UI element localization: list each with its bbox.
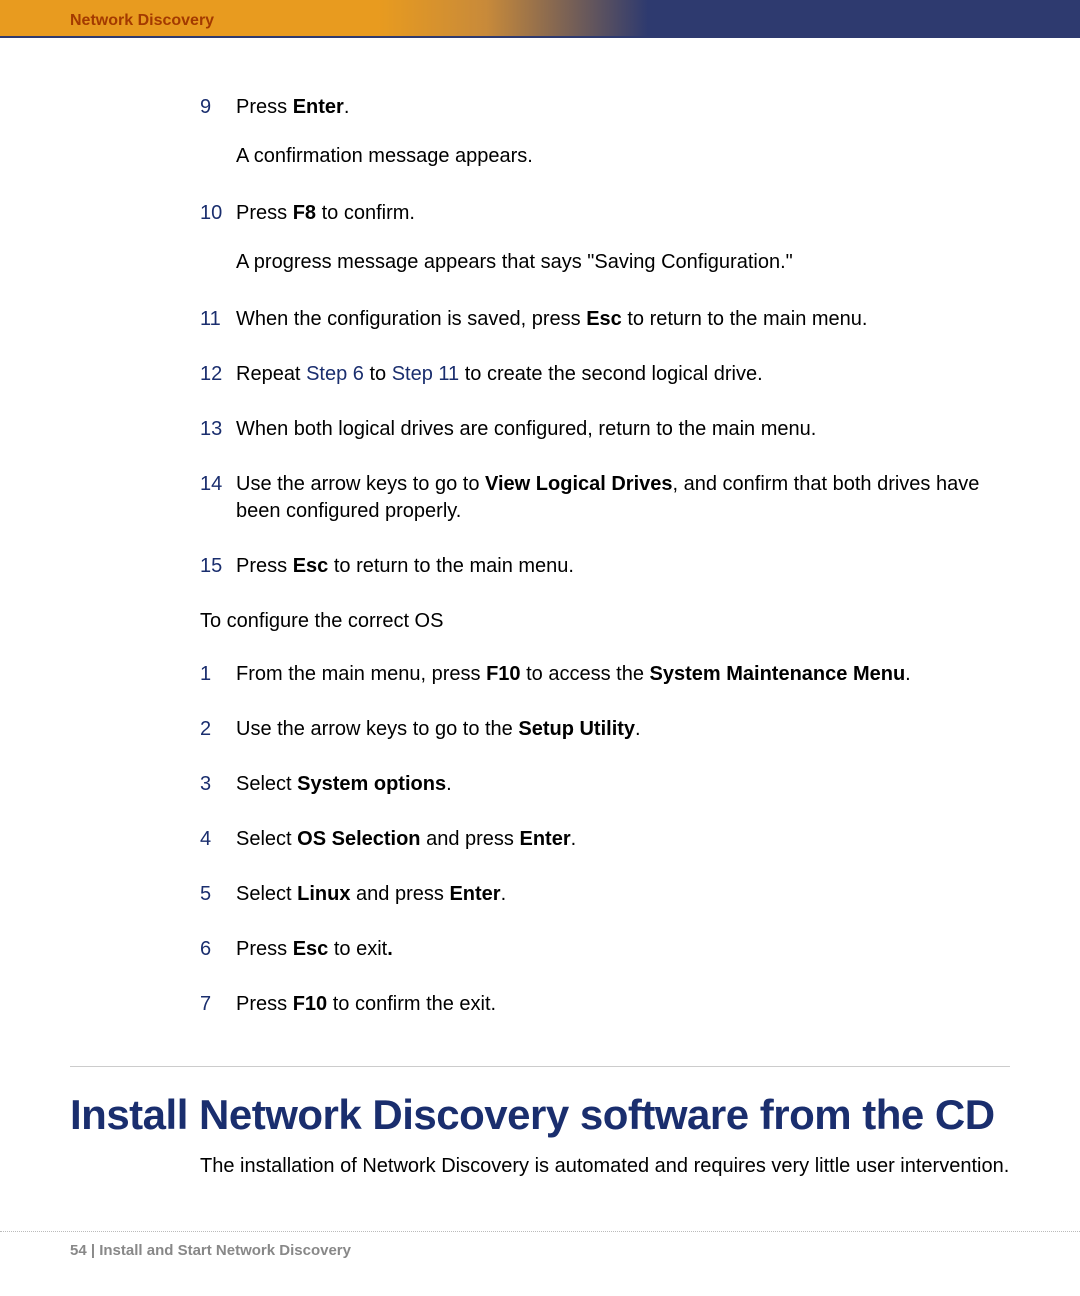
step-body: Use the arrow keys to go to View Logical… (236, 471, 1010, 525)
step-number: 15 (200, 553, 236, 580)
step-body: When the configuration is saved, press E… (236, 306, 1010, 333)
section-body: The installation of Network Discovery is… (200, 1153, 1010, 1180)
step-number: 1 (200, 661, 236, 688)
header-bar: Network Discovery (0, 0, 1080, 38)
step: 6Press Esc to exit. (200, 936, 1010, 963)
page-footer: 54 | Install and Start Network Discovery (0, 1231, 1080, 1296)
step-number: 11 (200, 306, 236, 333)
step-body: Press Enter.A confirmation message appea… (236, 94, 1010, 170)
step-body: Press F8 to confirm.A progress message a… (236, 200, 1010, 276)
step-subtext: A progress message appears that says "Sa… (236, 249, 1010, 276)
subheading: To configure the correct OS (200, 608, 1010, 635)
step-subtext: A confirmation message appears. (236, 143, 1010, 170)
step-number: 7 (200, 991, 236, 1018)
step: 1From the main menu, press F10 to access… (200, 661, 1010, 688)
main-content: 9Press Enter.A confirmation message appe… (0, 38, 1080, 1018)
step: 3Select System options. (200, 771, 1010, 798)
step: 2Use the arrow keys to go to the Setup U… (200, 716, 1010, 743)
step-number: 3 (200, 771, 236, 798)
step-body: Select Linux and press Enter. (236, 881, 1010, 908)
step: 12Repeat Step 6 to Step 11 to create the… (200, 361, 1010, 388)
step: 10Press F8 to confirm.A progress message… (200, 200, 1010, 276)
step: 11When the configuration is saved, press… (200, 306, 1010, 333)
step-number: 14 (200, 471, 236, 525)
step-number: 13 (200, 416, 236, 443)
step-body: Select System options. (236, 771, 1010, 798)
step-number: 4 (200, 826, 236, 853)
step-body: Press F10 to confirm the exit. (236, 991, 1010, 1018)
step: 9Press Enter.A confirmation message appe… (200, 94, 1010, 170)
step-body: From the main menu, press F10 to access … (236, 661, 1010, 688)
step: 7Press F10 to confirm the exit. (200, 991, 1010, 1018)
footer-text: 54 | Install and Start Network Discovery (70, 1242, 351, 1259)
step-number: 10 (200, 200, 236, 276)
section-heading: Install Network Discovery software from … (70, 1091, 1010, 1139)
section-divider (70, 1066, 1010, 1067)
step-number: 12 (200, 361, 236, 388)
step-number: 6 (200, 936, 236, 963)
step: 13When both logical drives are configure… (200, 416, 1010, 443)
step-number: 5 (200, 881, 236, 908)
step: 4Select OS Selection and press Enter. (200, 826, 1010, 853)
step-body: Repeat Step 6 to Step 11 to create the s… (236, 361, 1010, 388)
step-body: Press Esc to exit. (236, 936, 1010, 963)
step: 5Select Linux and press Enter. (200, 881, 1010, 908)
step-body: Press Esc to return to the main menu. (236, 553, 1010, 580)
step-body: Select OS Selection and press Enter. (236, 826, 1010, 853)
step-number: 9 (200, 94, 236, 170)
header-title: Network Discovery (70, 12, 214, 30)
step-number: 2 (200, 716, 236, 743)
step: 15Press Esc to return to the main menu. (200, 553, 1010, 580)
step-body: Use the arrow keys to go to the Setup Ut… (236, 716, 1010, 743)
step: 14Use the arrow keys to go to View Logic… (200, 471, 1010, 525)
step-body: When both logical drives are configured,… (236, 416, 1010, 443)
